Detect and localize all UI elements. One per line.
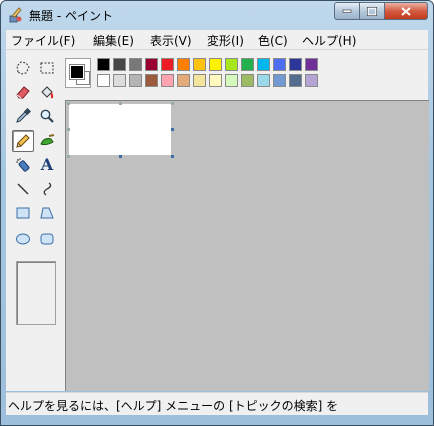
palette-swatch[interactable] (225, 58, 238, 71)
palette-swatch[interactable] (289, 74, 302, 87)
close-button[interactable] (385, 2, 428, 20)
palette-swatch[interactable] (193, 58, 206, 71)
palette-swatch[interactable] (145, 74, 158, 87)
ellipse-icon (16, 233, 30, 245)
text-tool[interactable]: A (37, 155, 57, 175)
palette-swatch[interactable] (177, 74, 190, 87)
resize-handle-corner[interactable] (171, 155, 174, 158)
rounded-rectangle-icon (40, 233, 54, 245)
resize-handle-top-left (67, 102, 70, 105)
minimize-icon (342, 9, 352, 13)
airbrush-icon (16, 158, 30, 172)
tool-options-box[interactable] (16, 261, 56, 325)
client-area: A (6, 50, 429, 391)
menu-edit[interactable]: 編集(E) (93, 32, 134, 49)
rectangle-icon (16, 207, 30, 219)
free-form-select-tool[interactable] (13, 58, 33, 78)
brush-icon (40, 134, 55, 146)
airbrush-tool[interactable] (13, 155, 33, 175)
palette-swatch[interactable] (209, 74, 222, 87)
free-form-select-icon (16, 61, 30, 75)
canvas-area[interactable] (65, 100, 429, 391)
foreground-color-swatch[interactable] (69, 64, 85, 80)
status-text: ヘルプを見るには、[ヘルプ] メニューの [トピックの検索] を (8, 399, 339, 413)
rectangle-select-icon (40, 62, 54, 74)
pick-color-tool[interactable] (13, 106, 33, 126)
menu-image[interactable]: 変形(I) (207, 32, 244, 49)
minimize-button[interactable] (334, 2, 360, 20)
palette-swatch[interactable] (193, 74, 206, 87)
menu-bar: ファイル(F) 編集(E) 表示(V) 変形(I) 色(C) ヘルプ(H) (6, 30, 428, 50)
eyedropper-icon (16, 108, 31, 123)
palette-swatch[interactable] (257, 58, 270, 71)
palette-swatch[interactable] (161, 58, 174, 71)
line-tool[interactable] (13, 179, 33, 199)
title-bar[interactable]: 無題 - ペイント (1, 1, 433, 29)
palette-swatch[interactable] (97, 74, 110, 87)
curve-tool[interactable] (37, 179, 57, 199)
paint-window: 無題 - ペイント ファイル(F) 編集(E) 表示(V) 変形(I) 色(C)… (0, 0, 434, 426)
palette-swatch[interactable] (97, 58, 110, 71)
palette-swatch[interactable] (161, 74, 174, 87)
paint-app-icon (8, 7, 24, 23)
toolbox: A (6, 50, 62, 391)
palette-swatch[interactable] (305, 58, 318, 71)
pencil-tool[interactable] (12, 130, 34, 152)
resize-handle-bottom[interactable] (119, 155, 122, 158)
menu-colors[interactable]: 色(C) (258, 32, 288, 49)
menu-view[interactable]: 表示(V) (150, 32, 192, 49)
palette-swatch[interactable] (209, 58, 222, 71)
paint-bucket-icon (41, 86, 54, 99)
palette-swatch[interactable] (257, 74, 270, 87)
polygon-tool[interactable] (37, 203, 57, 223)
close-icon (401, 6, 411, 16)
maximize-button[interactable] (360, 2, 385, 20)
curve-icon (43, 182, 52, 196)
palette-swatch[interactable] (225, 74, 238, 87)
palette-swatch[interactable] (145, 58, 158, 71)
eraser-icon (16, 86, 30, 99)
palette-swatch[interactable] (273, 58, 286, 71)
palette-swatch[interactable] (241, 58, 254, 71)
magnifier-tool[interactable] (37, 106, 57, 126)
palette-swatch[interactable] (129, 58, 142, 71)
rounded-rectangle-tool[interactable] (37, 229, 57, 249)
status-bar: ヘルプを見るには、[ヘルプ] メニューの [トピックの検索] を (6, 392, 428, 415)
resize-handle-left (67, 128, 70, 131)
palette-swatch[interactable] (113, 74, 126, 87)
menu-help[interactable]: ヘルプ(H) (302, 32, 356, 49)
resize-handle-top (119, 102, 122, 105)
window-title: 無題 - ペイント (29, 9, 113, 23)
line-icon (17, 183, 29, 195)
brush-tool[interactable] (37, 131, 57, 151)
palette-swatch[interactable] (129, 74, 142, 87)
current-colors[interactable] (65, 58, 91, 88)
palette-swatch[interactable] (305, 74, 318, 87)
rectangle-select-tool[interactable] (37, 58, 57, 78)
palette-swatch[interactable] (177, 58, 190, 71)
drawing-canvas[interactable] (69, 104, 171, 155)
palette-swatch[interactable] (289, 58, 302, 71)
pencil-icon (16, 134, 30, 148)
ellipse-tool[interactable] (13, 229, 33, 249)
magnifier-icon (40, 109, 54, 123)
resize-handle-right[interactable] (171, 128, 174, 131)
eraser-tool[interactable] (13, 82, 33, 102)
menu-file[interactable]: ファイル(F) (11, 32, 75, 49)
palette-swatch[interactable] (113, 58, 126, 71)
palette-swatch[interactable] (273, 74, 286, 87)
maximize-icon (367, 6, 377, 16)
polygon-icon (40, 207, 54, 219)
palette-swatch[interactable] (241, 74, 254, 87)
resize-handle-bottom-left (67, 155, 70, 158)
fill-tool[interactable] (37, 82, 57, 102)
rectangle-tool[interactable] (13, 203, 33, 223)
resize-handle-top-right (171, 102, 174, 105)
text-tool-icon: A (40, 155, 54, 174)
color-box (65, 58, 335, 94)
